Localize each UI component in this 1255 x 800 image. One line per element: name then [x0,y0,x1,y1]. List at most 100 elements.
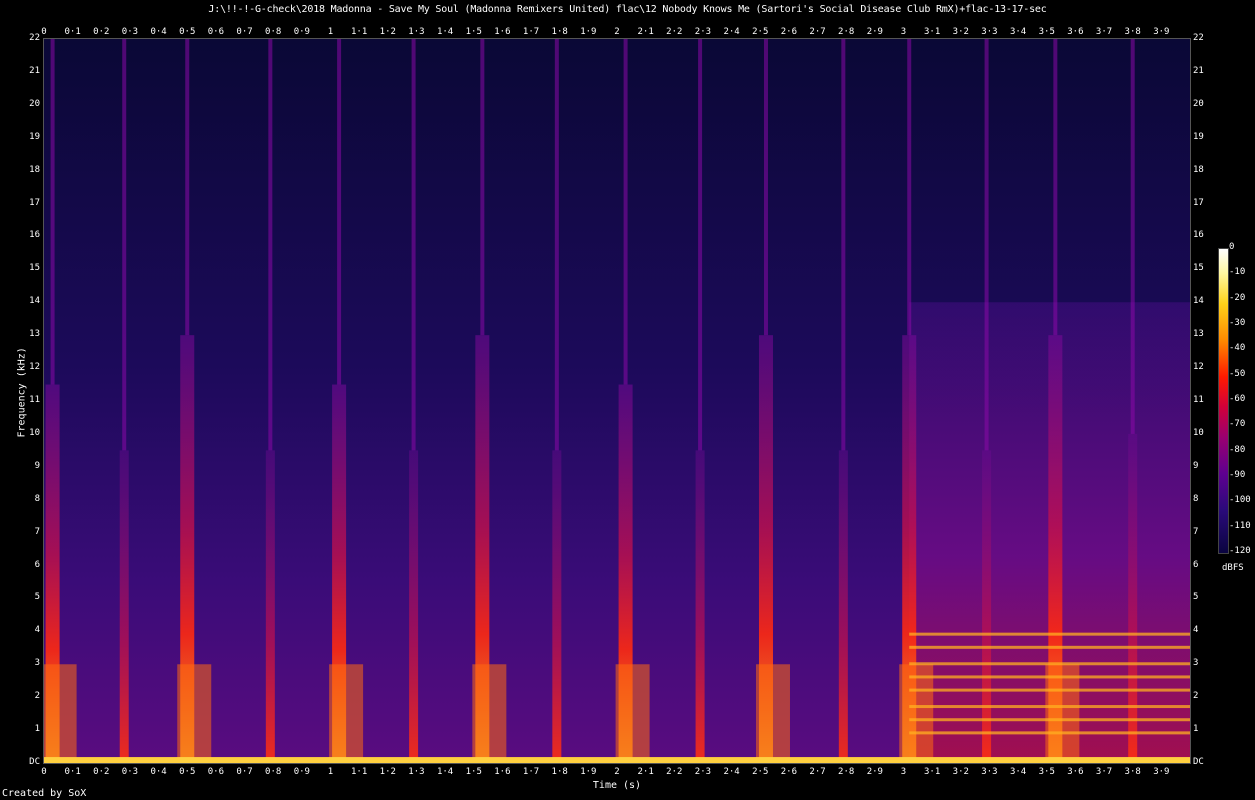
transient-low-energy [177,664,212,763]
y-tick-label-right: 10 [1193,427,1204,438]
y-tick-label-right: 2 [1193,691,1199,702]
y-tick-label-left: 3 [34,658,40,669]
colorbar-tick-label: -40 [1229,343,1246,354]
harmonic-line [909,662,1190,666]
x-tick-label-bottom: 2 [614,767,620,777]
transient-streak [982,450,992,763]
y-tick-label-right: 12 [1193,362,1204,373]
x-tick-label-top: 1·3 [408,27,425,37]
transient-streak [409,450,419,763]
y-tick-label-left: 22 [29,33,40,43]
x-tick-label-top: 3·3 [981,27,998,37]
transient-core [1053,39,1058,336]
x-tick-label-bottom: 1·1 [351,767,368,777]
y-tick-label-left: 10 [29,427,40,438]
y-tick-label-left: 4 [34,625,40,636]
harmonic-line [909,705,1190,709]
x-tick-label-top: 1·7 [522,27,540,37]
transient-core [984,39,989,451]
x-tick-label-top: 3·5 [1038,27,1055,37]
colorbar-tick-label: -30 [1229,318,1246,328]
x-tick-label-top: 2·1 [637,27,654,37]
x-tick-label-top: 1·1 [351,27,368,37]
x-tick-label-bottom: 0·8 [265,767,282,777]
y-tick-label-right: DC [1193,757,1204,767]
y-tick-label-right: 11 [1193,395,1204,405]
y-tick-label-right: 5 [1193,592,1199,603]
x-tick-label-top: 3·7 [1095,27,1113,37]
harmonic-line [909,731,1190,735]
x-tick-label-bottom: 3·4 [1009,767,1027,777]
transient-core [907,39,912,336]
y-tick-label-left: 21 [29,65,40,76]
x-tick-label-top: 1·5 [465,27,482,37]
y-tick-label-left: 13 [29,329,40,340]
x-tick-label-bottom: 1·7 [522,767,540,777]
x-tick-label-top: 1·4 [436,27,454,37]
transient-core [1130,39,1135,434]
x-tick-label-bottom: 1·3 [408,767,425,777]
y-tick-label-right: 17 [1193,197,1204,208]
x-tick-label-bottom: 0·5 [179,767,196,777]
credit-text: Created by SoX [2,788,87,799]
y-tick-label-right: 6 [1193,559,1199,570]
transient-streak [552,450,562,763]
x-tick-label-top: 0·9 [293,27,310,37]
dc-line [44,757,1190,763]
y-tick-label-right: 3 [1193,658,1199,669]
transient-streak [119,450,129,763]
y-tick-label-left: 12 [29,362,40,373]
x-tick-label-bottom: 0·4 [150,767,167,777]
x-tick-label-top: 2·5 [752,27,769,37]
x-tick-label-top: 3·8 [1124,27,1141,37]
x-tick-label-bottom: 1·6 [494,767,511,777]
harmonic-line [909,688,1190,692]
x-tick-label-bottom: 0·2 [93,767,110,777]
y-tick-label-right: 18 [1193,164,1204,175]
spectrogram-title: J:\!!-!-G-check\2018 Madonna - Save My S… [208,4,1047,15]
x-tick-label-top: 3·9 [1153,27,1170,37]
transient-core [763,39,768,336]
transient-streak [265,450,275,763]
transient-streak [1128,433,1138,763]
x-tick-label-bottom: 3·2 [952,767,969,777]
colorbar-tick-label: -50 [1229,368,1246,379]
y-tick-label-right: 14 [1193,296,1204,307]
x-tick-label-top: 1·8 [551,27,568,37]
y-tick-label-left: 11 [29,395,40,405]
y-tick-label-left: 1 [34,724,40,735]
x-tick-label-bottom: 1 [327,767,334,777]
colorbar-tick-label: 0 [1229,242,1235,252]
colorbar-tick-label: -90 [1229,470,1246,480]
x-tick-label-bottom: 0·6 [207,767,225,777]
x-tick-label-top: 1·6 [494,27,511,37]
x-tick-label-bottom: 3·9 [1153,767,1170,777]
x-tick-label-top: 0·4 [150,27,167,37]
transient-core [623,39,628,385]
x-tick-label-top: 0·6 [207,27,225,37]
y-tick-label-left: 14 [29,296,40,307]
harmonic-line [909,718,1190,722]
x-tick-label-top: 1 [327,27,334,37]
y-tick-label-left: 20 [29,98,40,109]
y-tick-label-left: 5 [34,592,40,603]
x-tick-label-top: 1·2 [379,27,396,37]
colorbar-tick-label: -10 [1229,267,1246,278]
y-tick-label-right: 7 [1193,526,1199,537]
x-axis-label: Time (s) [592,780,642,791]
transient-core [841,39,846,451]
x-tick-label-bottom: 1·8 [551,767,568,777]
y-tick-label-right: 22 [1193,33,1204,43]
x-tick-label-bottom: 2·4 [723,767,740,777]
x-tick-label-bottom: 3·6 [1067,767,1084,777]
spectrogram-image [44,39,1190,763]
x-tick-label-bottom: 3·1 [924,767,941,777]
transient-core [185,39,190,336]
x-tick-label-top: 2·8 [838,27,855,37]
transient-core [337,39,342,385]
y-tick-label-left: 17 [29,197,40,208]
x-tick-label-top: 3·1 [924,27,941,37]
x-tick-label-top: 3·2 [952,27,969,37]
harmonic-line [909,632,1190,636]
y-tick-label-right: 1 [1193,724,1199,735]
